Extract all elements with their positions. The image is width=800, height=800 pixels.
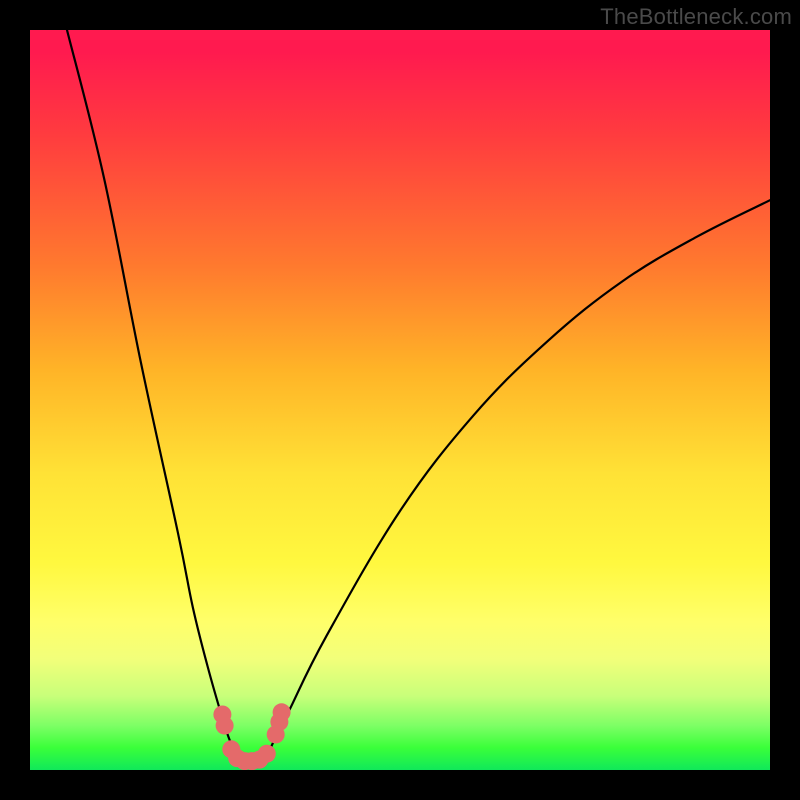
chart-svg: [30, 30, 770, 770]
plot-area: [30, 30, 770, 770]
bottleneck-curve-line: [67, 30, 770, 763]
curve-marker: [216, 717, 234, 735]
outer-frame: TheBottleneck.com: [0, 0, 800, 800]
curve-marker: [273, 703, 291, 721]
watermark-text: TheBottleneck.com: [600, 4, 792, 30]
curve-markers: [213, 703, 290, 770]
curve-marker: [258, 745, 276, 763]
